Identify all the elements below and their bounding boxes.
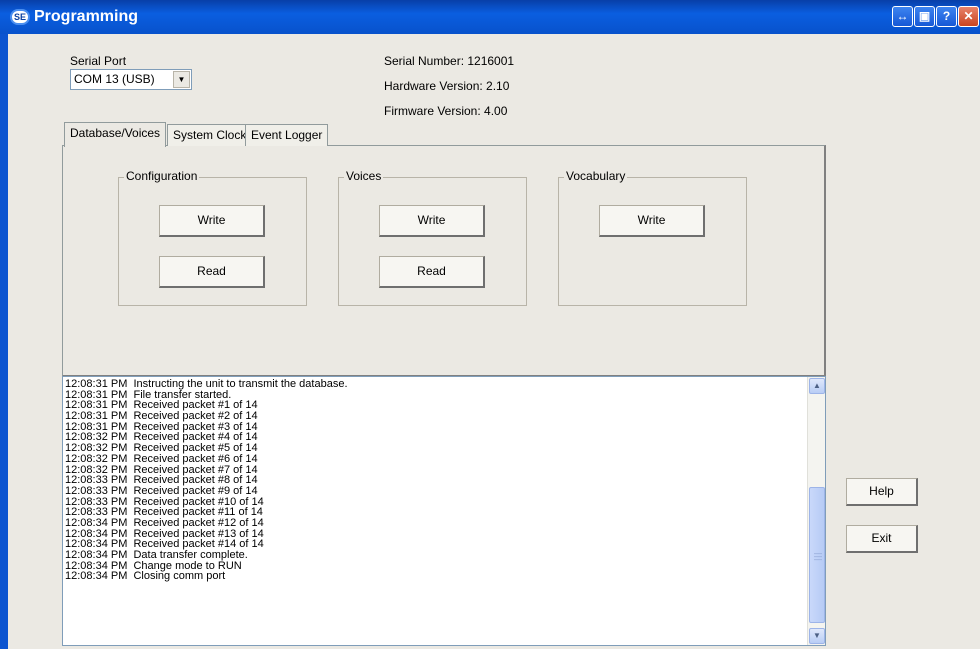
chevron-down-icon[interactable]: ▼ bbox=[173, 71, 190, 88]
exit-button[interactable]: Exit bbox=[846, 525, 918, 553]
log-line: 12:08:32 PM Received packet #6 of 14 bbox=[65, 452, 258, 465]
programming-window: SE Programming ↔ ▣ ? ✕ Serial Port COM 1… bbox=[0, 0, 980, 649]
window-left-border bbox=[0, 34, 8, 649]
help-icon[interactable]: ? bbox=[936, 6, 957, 27]
window-title: Programming bbox=[34, 8, 139, 25]
voices-write-button[interactable]: Write bbox=[379, 205, 485, 237]
serial-port-select[interactable]: COM 13 (USB) ▼ bbox=[70, 69, 192, 90]
vocabulary-group-title: Vocabulary bbox=[564, 169, 628, 183]
firmware-version-text: Firmware Version: 4.00 bbox=[384, 104, 508, 118]
voices-read-button[interactable]: Read bbox=[379, 256, 485, 288]
voices-group-title: Voices bbox=[344, 169, 384, 183]
serial-port-value: COM 13 (USB) bbox=[74, 72, 155, 86]
tile-icon[interactable]: ▣ bbox=[914, 6, 935, 27]
restore-arrows-icon[interactable]: ↔ bbox=[892, 6, 913, 27]
log-lines: 12:08:31 PM Instructing the unit to tran… bbox=[65, 379, 348, 582]
scroll-thumb[interactable]: ― ― ― bbox=[809, 487, 825, 623]
log-scrollbar[interactable]: ▲ ― ― ― ▼ bbox=[807, 377, 825, 645]
log-line: 12:08:33 PM Received packet #9 of 14 bbox=[65, 484, 258, 497]
log-output[interactable]: 12:08:31 PM Instructing the unit to tran… bbox=[62, 376, 826, 646]
vocabulary-group bbox=[558, 177, 747, 306]
tab-system-clock[interactable]: System Clock bbox=[167, 124, 253, 146]
hardware-version-text: Hardware Version: 2.10 bbox=[384, 79, 510, 93]
serial-number-text: Serial Number: 1216001 bbox=[384, 54, 515, 68]
tab-event-logger[interactable]: Event Logger bbox=[245, 124, 329, 146]
help-button[interactable]: Help bbox=[846, 478, 918, 506]
close-icon[interactable]: ✕ bbox=[958, 6, 979, 27]
log-line: 12:08:34 PM Closing comm port bbox=[65, 570, 226, 583]
configuration-write-button[interactable]: Write bbox=[159, 205, 265, 237]
tab-database-voices[interactable]: Database/Voices bbox=[64, 122, 167, 147]
scroll-up-icon[interactable]: ▲ bbox=[809, 378, 825, 394]
configuration-read-button[interactable]: Read bbox=[159, 256, 265, 288]
scroll-down-icon[interactable]: ▼ bbox=[809, 628, 825, 644]
title-bar[interactable]: SE Programming ↔ ▣ ? ✕ bbox=[0, 0, 980, 34]
app-logo-icon: SE bbox=[10, 9, 30, 25]
vocabulary-write-button[interactable]: Write bbox=[599, 205, 705, 237]
configuration-group-title: Configuration bbox=[124, 169, 200, 183]
serial-port-label: Serial Port bbox=[70, 54, 127, 68]
grip-icon: ― ― ― bbox=[814, 549, 822, 564]
